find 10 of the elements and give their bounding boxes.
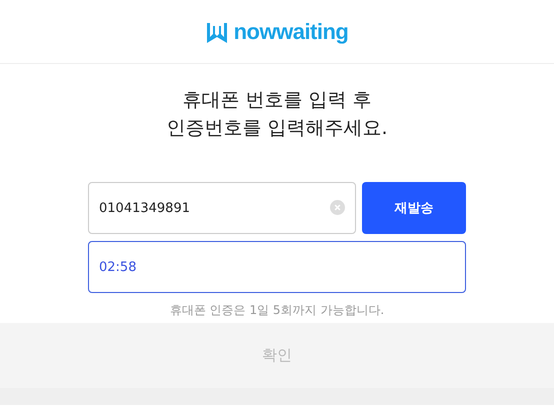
- resend-button[interactable]: 재발송: [362, 182, 466, 234]
- clear-icon[interactable]: [330, 200, 345, 215]
- logo-icon: [206, 20, 228, 42]
- phone-field[interactable]: 01041349891: [88, 182, 356, 234]
- countdown-timer: 02:58: [99, 260, 136, 274]
- page-title: 인증번호를 입력해주세요.: [166, 116, 388, 140]
- limit-note: 휴대폰 인증은 1일 5회까지 가능합니다.: [168, 302, 386, 319]
- logo: nowwaiting: [234, 18, 348, 44]
- code-field[interactable]: 02:58: [88, 241, 466, 293]
- page-title: 휴대폰 번호를 입력 후: [182, 88, 372, 112]
